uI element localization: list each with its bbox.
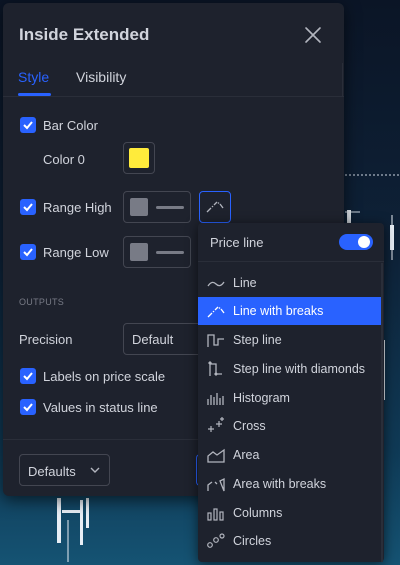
price-line-row: Price line [198, 223, 384, 262]
plot-type-histogram-label: Histogram [233, 391, 290, 405]
values-in-status-line-label: Values in status line [43, 400, 158, 415]
close-icon[interactable] [303, 25, 323, 45]
bar-color-label: Bar Color [43, 118, 98, 133]
plot-type-cross[interactable]: Cross [198, 412, 382, 440]
plot-type-columns-label: Columns [233, 506, 283, 520]
plot-type-line[interactable]: Line [198, 269, 382, 297]
plot-type-circles-label: Circles [233, 534, 272, 548]
plot-type-area[interactable]: Area [198, 441, 382, 469]
defaults-label: Defaults [28, 464, 76, 479]
plot-type-step-line-with-diamonds[interactable]: Step line with diamonds [198, 355, 382, 383]
cross-icon [208, 417, 224, 432]
active-tab-indicator [18, 93, 51, 96]
values-in-status-line-checkbox[interactable] [20, 399, 36, 415]
color-0-swatch [129, 148, 149, 168]
range-low-line-preview [156, 251, 184, 254]
dialog-title: Inside Extended [19, 25, 150, 44]
plot-type-area-label: Area [233, 448, 260, 462]
columns-icon [207, 508, 224, 521]
outputs-section-header: OUTPUTS [19, 297, 65, 307]
area-with-breaks-icon [207, 477, 225, 492]
range-high-label: Range High [43, 200, 112, 215]
chevron-down-icon [90, 467, 100, 473]
plot-type-menu: Price line Line Line with breaks Step li… [198, 223, 384, 562]
range-low-style-button[interactable] [123, 236, 191, 268]
tab-divider [342, 63, 343, 97]
labels-on-price-scale-checkbox[interactable] [20, 368, 36, 384]
range-high-color-swatch [130, 198, 148, 216]
range-low-label: Range Low [43, 245, 109, 260]
tab-style[interactable]: Style [18, 69, 49, 85]
circles-icon [207, 533, 225, 548]
area-icon [207, 448, 225, 463]
plot-type-area-with-breaks[interactable]: Area with breaks [198, 470, 382, 498]
range-high-style-button[interactable] [123, 191, 191, 223]
range-high-plot-type-button[interactable] [199, 191, 231, 223]
menu-scrollbar[interactable] [381, 263, 383, 562]
bar-color-checkbox[interactable] [20, 117, 36, 133]
defaults-dropdown[interactable]: Defaults [19, 454, 110, 486]
plot-type-line-with-breaks-label: Line with breaks [233, 304, 324, 318]
plot-type-cross-label: Cross [233, 419, 266, 433]
color-0-label: Color 0 [43, 152, 85, 167]
line-with-breaks-icon [207, 306, 225, 318]
plot-type-step-line[interactable]: Step line [198, 326, 382, 354]
plot-type-step-line-label: Step line [233, 333, 282, 347]
plot-type-step-line-with-diamonds-label: Step line with diamonds [233, 362, 366, 376]
plot-type-columns[interactable]: Columns [198, 499, 382, 527]
plot-type-circles[interactable]: Circles [198, 527, 382, 555]
tab-bar: Style Visibility [3, 63, 344, 97]
tab-visibility[interactable]: Visibility [76, 69, 126, 85]
price-line-toggle[interactable] [339, 234, 373, 250]
plot-type-line-label: Line [233, 276, 257, 290]
plot-type-histogram[interactable]: Histogram [198, 384, 382, 412]
precision-label: Precision [19, 332, 73, 347]
histogram-icon [207, 393, 224, 405]
color-0-swatch-button[interactable] [123, 142, 155, 174]
range-low-checkbox[interactable] [20, 244, 36, 260]
plot-type-line-with-breaks[interactable]: Line with breaks [198, 297, 382, 325]
step-line-diamonds-icon [208, 361, 222, 376]
range-high-checkbox[interactable] [20, 199, 36, 215]
range-low-color-swatch [130, 243, 148, 261]
line-icon [207, 281, 225, 287]
range-high-line-preview [156, 206, 184, 209]
price-line-label: Price line [210, 235, 264, 250]
toggle-knob [358, 236, 370, 248]
step-line-icon [207, 334, 224, 347]
line-with-breaks-icon [206, 201, 224, 213]
labels-on-price-scale-label: Labels on price scale [43, 369, 166, 384]
plot-type-area-with-breaks-label: Area with breaks [233, 477, 327, 491]
